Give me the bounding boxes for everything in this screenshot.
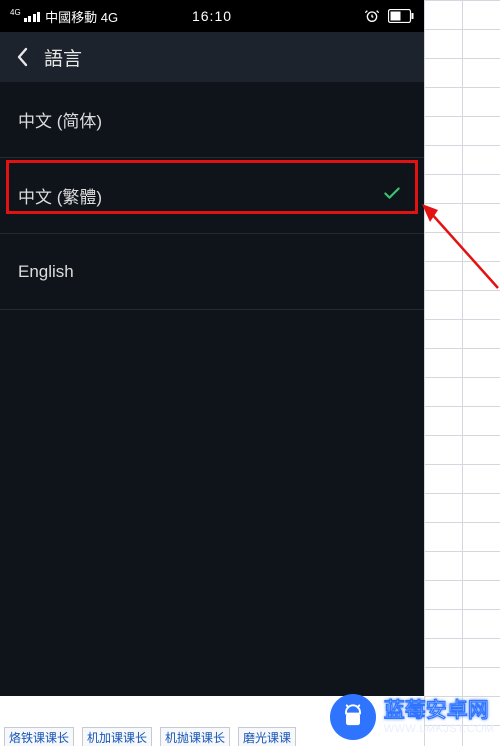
sheet-tab[interactable]: 磨光课课 [238,727,296,746]
sheet-tab[interactable]: 机抛课课长 [160,727,230,746]
language-option-english[interactable]: English [0,234,424,310]
phone-screen: 4G 中國移動 4G 16:10 [0,0,424,696]
language-list: 中文 (简体) 中文 (繁體) English [0,82,424,310]
watermark-url: WWW.LMKJST.COM [384,723,494,736]
alarm-icon [364,8,380,24]
language-option-simplified[interactable]: 中文 (简体) [0,82,424,158]
watermark: 蓝莓安卓网 WWW.LMKJST.COM [330,694,494,740]
language-label: English [18,262,74,282]
sheet-tab[interactable]: 机加课课长 [82,727,152,746]
watermark-title: 蓝莓安卓网 [384,699,494,723]
network-4g-indicator: 4G [10,9,21,17]
page-header: 語言 [0,32,424,82]
back-button[interactable] [12,46,34,68]
check-icon [382,183,402,208]
language-label: 中文 (繁體) [18,183,102,208]
battery-icon [388,9,414,23]
sheet-tab[interactable]: 烙铁课课长 [4,727,74,746]
language-label: 中文 (简体) [18,107,102,132]
watermark-android-icon [330,694,376,740]
language-option-traditional[interactable]: 中文 (繁體) [0,158,424,234]
page-title: 語言 [44,44,82,71]
carrier-label: 中國移動 4G [45,7,118,26]
clock: 16:10 [192,8,232,24]
signal-icon [24,10,41,22]
status-bar: 4G 中國移動 4G 16:10 [0,0,424,32]
spreadsheet-grid-background [424,0,500,746]
spreadsheet-tabs: 烙铁课课长 机加课课长 机抛课课长 磨光课课 [4,727,296,746]
